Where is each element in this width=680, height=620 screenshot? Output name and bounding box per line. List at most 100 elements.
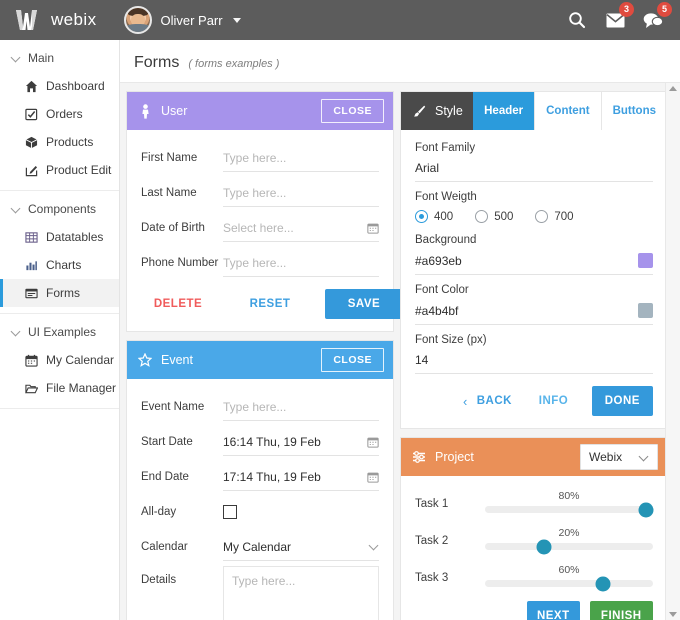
calendar-value: My Calendar	[223, 539, 292, 554]
phone-number-row: Phone Number Type here...	[141, 247, 379, 279]
sidebar-item-orders[interactable]: Orders	[0, 100, 119, 128]
sidebar-item-file-manager[interactable]: File Manager	[0, 374, 119, 402]
first-name-input[interactable]: Type here...	[223, 145, 379, 172]
background-color-input[interactable]: #a693eb	[415, 253, 653, 275]
back-button[interactable]: BACK	[471, 386, 517, 416]
delete-button[interactable]: DELETE	[141, 289, 215, 319]
sidebar-group-main: Main Dashboard Orders Products Product E…	[0, 40, 119, 191]
task-3-slider[interactable]: 60%	[485, 564, 653, 591]
phone-number-input[interactable]: Type here...	[223, 250, 379, 277]
sidebar-item-label: Orders	[46, 107, 83, 121]
sidebar-item-dashboard[interactable]: Dashboard	[0, 72, 119, 100]
brush-icon	[412, 104, 426, 118]
project-source-value: Webix	[589, 450, 623, 464]
font-weight-block: Font Weigth 400 500 700	[415, 191, 653, 225]
task-2-slider[interactable]: 20%	[485, 527, 653, 554]
date-of-birth-input[interactable]: Select here...	[223, 215, 379, 242]
task-3-knob[interactable]	[595, 576, 611, 591]
project-source-select[interactable]: Webix	[580, 444, 658, 470]
task-1-knob[interactable]	[638, 502, 654, 517]
calendar-icon[interactable]	[367, 471, 379, 483]
task-1-track[interactable]	[485, 502, 654, 517]
user-menu[interactable]: Oliver Parr	[124, 6, 241, 34]
radio-label: 500	[494, 210, 514, 223]
calendar-select[interactable]: My Calendar	[223, 534, 379, 561]
start-date-row: Start Date 16:14 Thu, 19 Feb	[141, 426, 379, 458]
reset-button[interactable]: RESET	[233, 289, 307, 319]
mail-icon[interactable]: 3	[604, 2, 634, 31]
radio-dot-icon	[535, 210, 549, 223]
sidebar-item-datatables[interactable]: Datatables	[0, 223, 119, 251]
event-card-close-button[interactable]: CLOSE	[321, 348, 384, 372]
sidebar-group-ui-examples: UI Examples My Calendar File Manager	[0, 314, 119, 409]
sidebar-item-label: File Manager	[46, 381, 117, 395]
event-name-input[interactable]: Type here...	[223, 394, 379, 421]
style-card-button-row: ‹ BACK INFO DONE	[415, 386, 653, 416]
sidebar-item-products[interactable]: Products	[0, 128, 119, 156]
info-button[interactable]: INFO	[531, 386, 575, 416]
task-1-label: Task 1	[415, 498, 449, 510]
start-date-input[interactable]: 16:14 Thu, 19 Feb	[223, 429, 379, 456]
last-name-input[interactable]: Type here...	[223, 180, 379, 207]
top-icon-group: 3 5	[566, 2, 680, 31]
details-textarea[interactable]: Type here...	[223, 566, 379, 620]
tab-content[interactable]: Content	[534, 92, 601, 130]
sidebar-item-charts[interactable]: Charts	[0, 251, 119, 279]
save-button[interactable]: SAVE	[325, 289, 403, 319]
font-color-input[interactable]: #a4b4bf	[415, 303, 653, 325]
font-weight-radio-400[interactable]: 400	[415, 210, 453, 223]
project-form-card: Project Webix Task 1 80% Task 2 20% Task…	[400, 437, 668, 620]
font-family-select[interactable]: Arial	[415, 161, 653, 182]
task-3-row: Task 3 60%	[415, 564, 653, 591]
brand-block[interactable]: webix	[0, 9, 96, 31]
font-weight-radio-500[interactable]: 500	[475, 210, 513, 223]
sidebar-group-header-ui-examples[interactable]: UI Examples	[0, 318, 119, 346]
task-2-knob[interactable]	[536, 539, 552, 554]
scroll-up-arrow-icon[interactable]	[669, 86, 677, 91]
font-weight-radio-700[interactable]: 700	[535, 210, 574, 223]
done-button[interactable]: DONE	[591, 386, 653, 416]
user-card-close-button[interactable]: CLOSE	[321, 99, 384, 123]
tab-buttons[interactable]: Buttons	[600, 92, 667, 130]
user-form-card: User CLOSE First Name Type here... Last …	[126, 91, 403, 332]
style-card-title: Style	[435, 104, 463, 118]
event-card-title: Event	[161, 353, 193, 367]
app-root: webix Oliver Parr 3 5 Main Dashboard Ord…	[0, 0, 680, 620]
sidebar-group-components: Components Datatables Charts Forms	[0, 191, 119, 314]
sidebar-item-forms[interactable]: Forms	[0, 279, 119, 307]
style-form-card: Style Header Content Buttons Font Family	[400, 91, 668, 429]
mail-badge: 3	[619, 2, 634, 17]
background-color-swatch[interactable]	[638, 253, 653, 268]
vertical-scrollbar[interactable]	[665, 83, 680, 620]
next-button[interactable]: NEXT	[527, 601, 580, 620]
task-3-track[interactable]	[485, 576, 653, 591]
calendar-icon[interactable]	[367, 436, 379, 448]
sidebar-group-header-components[interactable]: Components	[0, 195, 119, 223]
event-name-row: Event Name Type here...	[141, 391, 379, 423]
font-color-label: Font Color	[415, 284, 469, 296]
chevron-left-icon[interactable]: ‹	[463, 394, 467, 409]
scroll-down-arrow-icon[interactable]	[669, 612, 677, 617]
calendar-icon[interactable]	[367, 222, 379, 234]
content-area: Forms ( forms examples ) User CLOSE Firs…	[120, 40, 680, 620]
date-of-birth-label: Date of Birth	[141, 222, 205, 234]
last-name-placeholder: Type here...	[223, 185, 287, 200]
all-day-checkbox[interactable]	[223, 505, 237, 519]
sidebar-group-label: UI Examples	[28, 325, 97, 339]
finish-button[interactable]: FINISH	[589, 601, 653, 620]
search-icon[interactable]	[566, 9, 588, 31]
font-color-swatch[interactable]	[638, 303, 653, 318]
background-block: Background #a693eb	[415, 234, 653, 275]
sidebar-item-product-edit[interactable]: Product Edit	[0, 156, 119, 184]
sidebar-group-header-main[interactable]: Main	[0, 44, 119, 72]
end-date-input[interactable]: 17:14 Thu, 19 Feb	[223, 464, 379, 491]
chat-icon[interactable]: 5	[642, 2, 672, 31]
tab-header[interactable]: Header	[473, 92, 535, 130]
font-size-input[interactable]: 14	[415, 353, 653, 374]
task-1-slider[interactable]: 80%	[485, 490, 654, 517]
end-date-row: End Date 17:14 Thu, 19 Feb	[141, 461, 379, 493]
task-2-track[interactable]	[485, 539, 653, 554]
edit-square-icon	[24, 163, 38, 177]
user-card-button-row: DELETE RESET SAVE	[141, 289, 403, 319]
sidebar-item-my-calendar[interactable]: My Calendar	[0, 346, 119, 374]
